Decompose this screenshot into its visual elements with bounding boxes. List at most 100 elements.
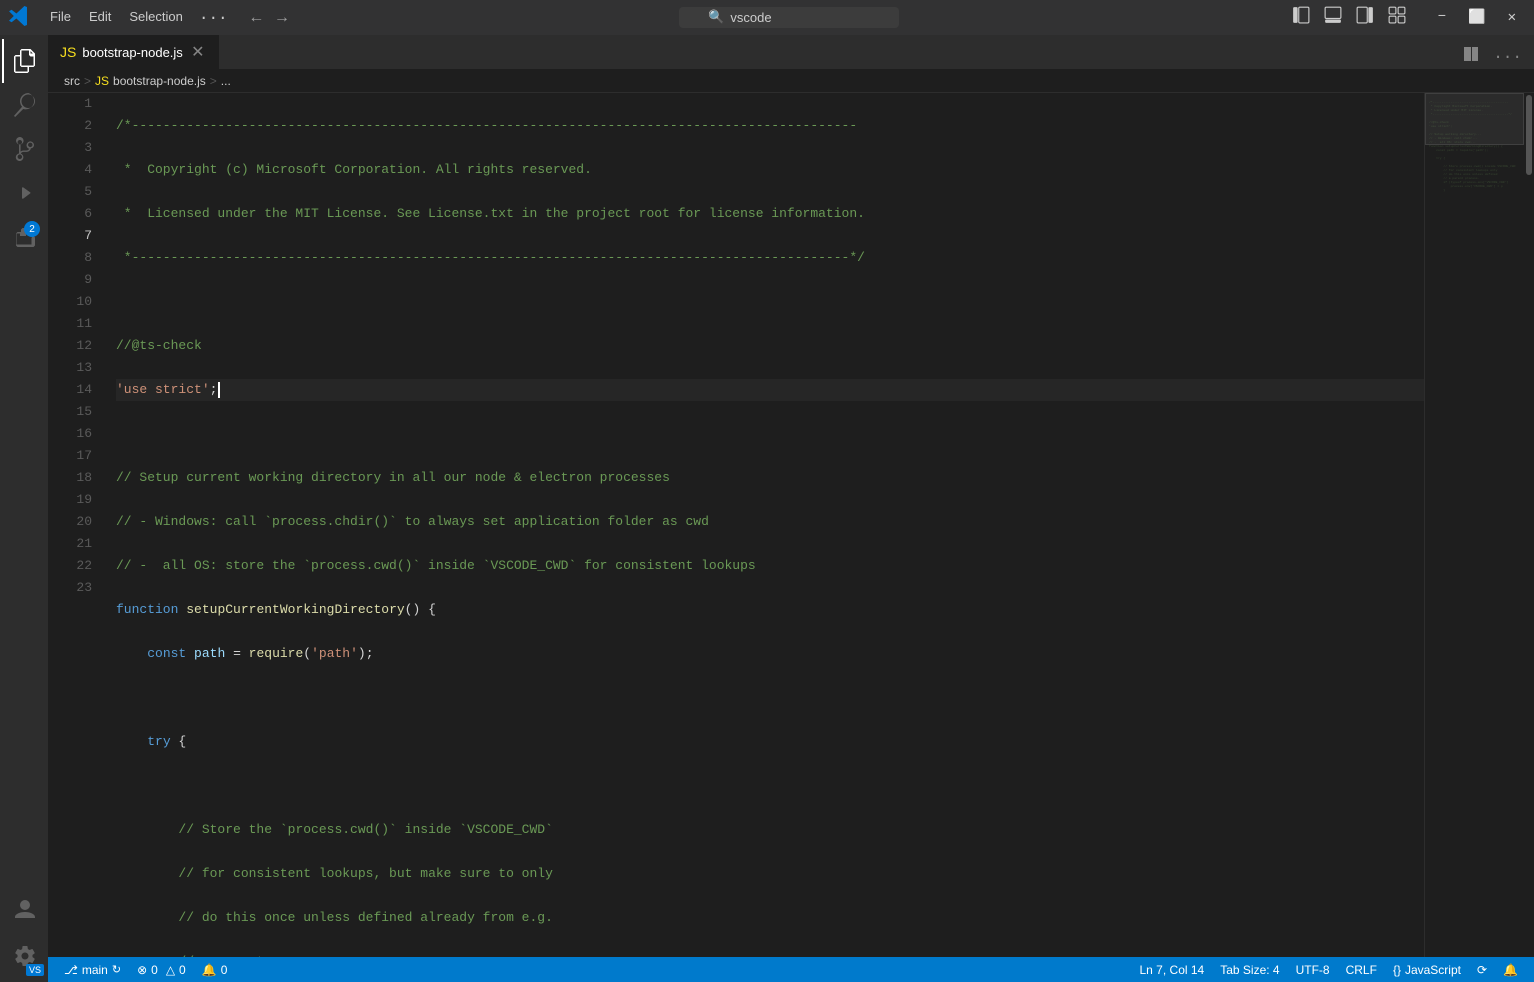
sync-icon: ↻ (112, 963, 121, 976)
status-bar: ⎇ main ↻ ⊗ 0 △ 0 🔔 0 Ln 7, Col 14 Tab (48, 957, 1534, 982)
more-menus[interactable]: ··· (193, 7, 234, 29)
search-activity-icon[interactable] (2, 83, 46, 127)
search-icon: 🔍 (708, 10, 724, 25)
window-controls: − ⬜ ✕ (1428, 5, 1526, 30)
line-ending-label: CRLF (1346, 963, 1377, 977)
more-actions-button[interactable]: ··· (1489, 46, 1526, 68)
error-count: 0 (151, 963, 158, 977)
menu-bar: File Edit Selection ··· (42, 7, 234, 29)
account-activity-icon[interactable] (2, 888, 46, 932)
code-line-16 (116, 775, 1424, 797)
tab-label: bootstrap-node.js (82, 45, 182, 60)
minimap: /*--------------------------------------… (1424, 93, 1524, 957)
toggle-panel[interactable] (1318, 2, 1348, 33)
search-input[interactable] (730, 10, 870, 25)
app-logo (8, 5, 30, 31)
tab-size-label: Tab Size: 4 (1220, 963, 1279, 977)
source-control-activity-icon[interactable] (2, 127, 46, 171)
breadcrumb-file[interactable]: JS bootstrap-node.js (95, 74, 206, 88)
code-line-19: // do this once unless defined already f… (116, 907, 1424, 929)
settings-activity-icon[interactable]: VS (2, 934, 46, 978)
code-line-20: // a parent process. (116, 951, 1424, 957)
code-line-10: // - Windows: call `process.chdir()` to … (116, 511, 1424, 533)
notifications-status[interactable]: 🔔 (1495, 963, 1526, 977)
sync-settings-status[interactable]: ⟳ (1469, 963, 1495, 977)
tab-bootstrap-node[interactable]: JS bootstrap-node.js ✕ (48, 35, 219, 69)
nav-forward-button[interactable]: → (271, 7, 293, 29)
vs-badge: VS (26, 964, 44, 976)
tab-bar: JS bootstrap-node.js ✕ ··· (48, 35, 1534, 70)
close-button[interactable]: ✕ (1498, 5, 1526, 30)
run-debug-activity-icon[interactable] (2, 171, 46, 215)
edit-menu[interactable]: Edit (81, 7, 119, 29)
bc-js-icon: JS (95, 74, 109, 88)
maximize-button[interactable]: ⬜ (1458, 5, 1495, 30)
error-status[interactable]: ⊗ 0 △ 0 (129, 957, 194, 982)
scrollbar-track[interactable] (1524, 93, 1534, 957)
language-mode-icon: {} (1393, 963, 1401, 977)
code-line-18: // for consistent lookups, but make sure… (116, 863, 1424, 885)
toggle-primary-sidebar[interactable] (1286, 2, 1316, 33)
code-editor[interactable]: 1 2 3 4 5 6 7 8 9 10 11 12 13 14 15 16 1… (48, 93, 1534, 957)
info-status[interactable]: 🔔 0 (194, 957, 236, 982)
tab-close-button[interactable]: ✕ (189, 43, 207, 61)
code-content[interactable]: /*--------------------------------------… (100, 93, 1424, 957)
scrollbar-thumb[interactable] (1526, 95, 1532, 175)
code-line-3: * Licensed under the MIT License. See Li… (116, 203, 1424, 225)
code-line-4: *---------------------------------------… (116, 247, 1424, 269)
warning-count: 0 (179, 963, 186, 977)
code-line-2: * Copyright (c) Microsoft Corporation. A… (116, 159, 1424, 181)
error-icon: ⊗ (137, 963, 147, 977)
tab-bar-actions: ··· (1451, 44, 1534, 69)
language-mode-label: JavaScript (1405, 963, 1461, 977)
explorer-icon[interactable] (2, 39, 46, 83)
code-line-6: //@ts-check (116, 335, 1424, 357)
info-icon: 🔔 (202, 963, 217, 977)
nav-back-button[interactable]: ← (246, 7, 268, 29)
bell-icon: 🔔 (1503, 963, 1518, 977)
sync-settings-icon: ⟳ (1477, 963, 1487, 977)
breadcrumb-symbol[interactable]: ... (221, 74, 231, 88)
code-line-14 (116, 687, 1424, 709)
breadcrumb: src > JS bootstrap-node.js > ... (48, 70, 1534, 93)
line-numbers: 1 2 3 4 5 6 7 8 9 10 11 12 13 14 15 16 1… (48, 93, 100, 957)
toggle-secondary-sidebar[interactable] (1350, 2, 1380, 33)
notification-count: 0 (221, 963, 228, 977)
encoding-status[interactable]: UTF-8 (1288, 963, 1338, 977)
selection-menu[interactable]: Selection (121, 7, 190, 29)
code-line-9: // Setup current working directory in al… (116, 467, 1424, 489)
warning-icon: △ (166, 963, 175, 977)
extensions-activity-icon[interactable]: 2 (2, 215, 46, 259)
encoding-label: UTF-8 (1296, 963, 1330, 977)
code-line-8 (116, 423, 1424, 445)
branch-status[interactable]: ⎇ main ↻ (56, 957, 129, 982)
code-line-7: 'use strict'; (116, 379, 1424, 401)
js-file-icon: JS (60, 44, 76, 60)
file-menu[interactable]: File (42, 7, 79, 29)
branch-icon: ⎇ (64, 963, 78, 977)
code-line-13: const path = require('path'); (116, 643, 1424, 665)
editor-area: JS bootstrap-node.js ✕ ··· src > JS boot… (48, 35, 1534, 982)
language-mode-status[interactable]: {} JavaScript (1385, 963, 1469, 977)
cursor-position-label: Ln 7, Col 14 (1140, 963, 1205, 977)
cursor-position-status[interactable]: Ln 7, Col 14 (1132, 963, 1213, 977)
tab-size-status[interactable]: Tab Size: 4 (1212, 963, 1287, 977)
minimize-button[interactable]: − (1428, 5, 1456, 30)
code-line-17: // Store the `process.cwd()` inside `VSC… (116, 819, 1424, 841)
line-ending-status[interactable]: CRLF (1338, 963, 1385, 977)
activity-bar: 2 VS (0, 35, 48, 982)
activity-bar-bottom: VS (2, 888, 46, 982)
navigation-buttons: ← → (246, 7, 293, 29)
status-bar-right: Ln 7, Col 14 Tab Size: 4 UTF-8 CRLF {} J… (1132, 963, 1527, 977)
split-editor-button[interactable] (1459, 44, 1483, 69)
customize-layout[interactable] (1382, 2, 1412, 33)
code-line-1: /*--------------------------------------… (116, 115, 1424, 137)
code-line-11: // - all OS: store the `process.cwd()` i… (116, 555, 1424, 577)
main-layout: 2 VS JS bootstrap-node.js ✕ (0, 35, 1534, 982)
code-line-5 (116, 291, 1424, 313)
code-line-12: function setupCurrentWorkingDirectory() … (116, 599, 1424, 621)
title-bar: File Edit Selection ··· ← → 🔍 − ⬜ ✕ (0, 0, 1534, 35)
extensions-badge: 2 (24, 221, 40, 237)
breadcrumb-src[interactable]: src (64, 74, 80, 88)
code-line-15: try { (116, 731, 1424, 753)
